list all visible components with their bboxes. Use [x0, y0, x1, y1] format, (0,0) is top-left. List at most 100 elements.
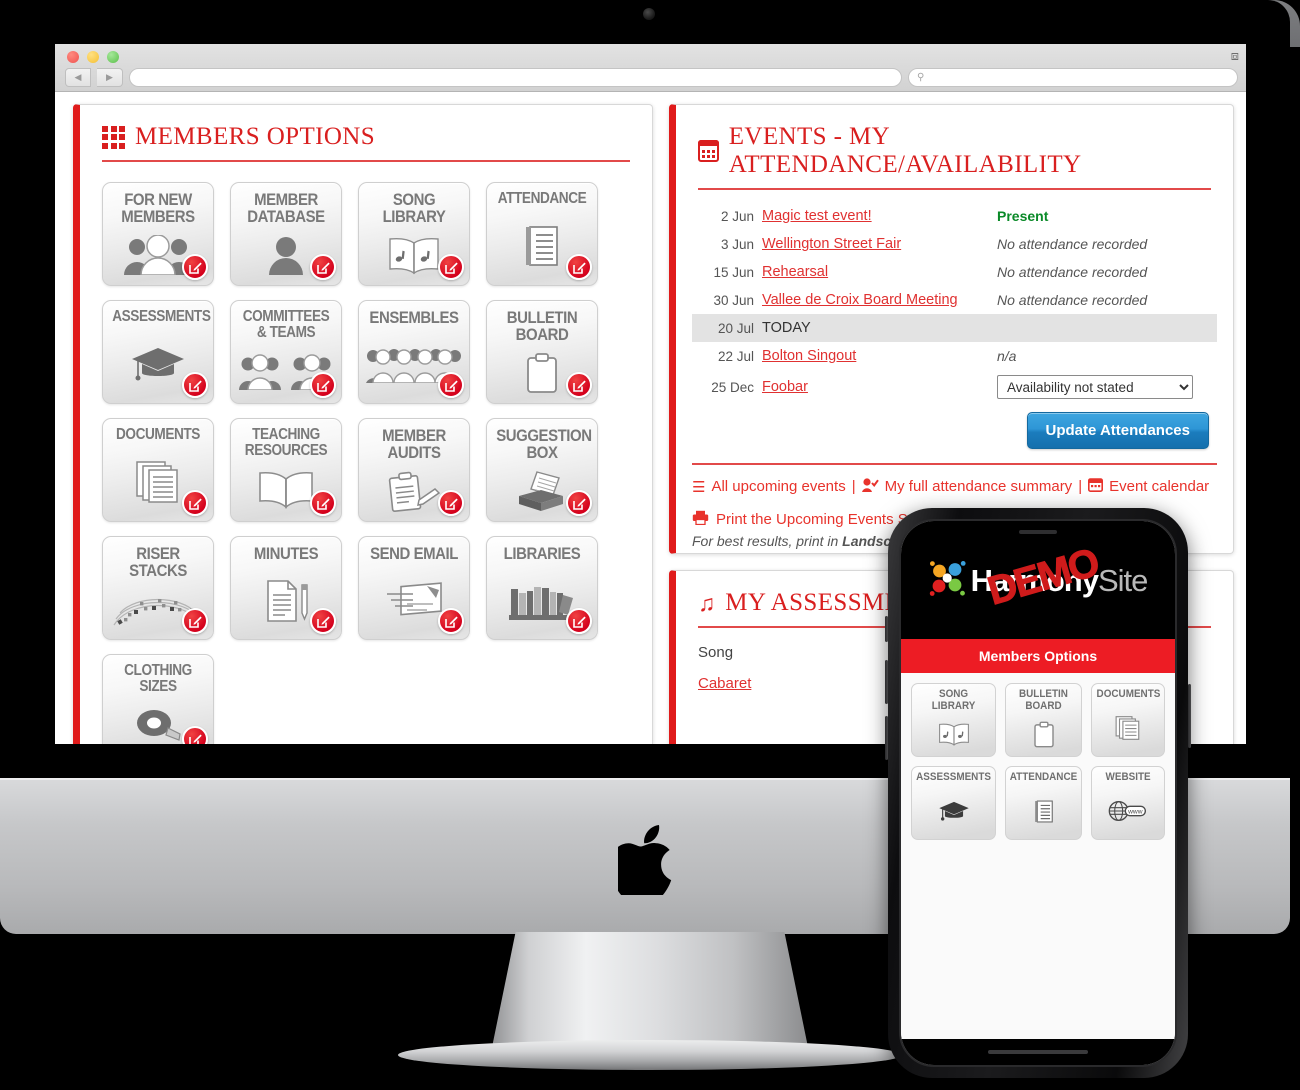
- link-separator: |: [1078, 478, 1083, 495]
- event-date: 2 Jun: [720, 208, 754, 224]
- event-name-link[interactable]: Bolton Singout: [762, 348, 997, 364]
- edit-pencil-icon[interactable]: [438, 608, 464, 634]
- tile-ensembles[interactable]: ENSEMBLES: [358, 300, 470, 404]
- phone-tiles-grid: SONG LIBRARY BULLETIN BOARD DOCUMENTS AS…: [901, 673, 1175, 1039]
- table-row[interactable]: 22 Jul Bolton Singout n/a: [692, 342, 1217, 370]
- phone-silent-switch[interactable]: [885, 616, 888, 642]
- edit-pencil-icon[interactable]: [566, 254, 592, 280]
- update-attendances-row: Update Attendances: [676, 404, 1233, 449]
- tile-label: SONG LIBRARY: [382, 190, 446, 226]
- phone-tile-bulletin-board[interactable]: BULLETIN BOARD: [1005, 683, 1083, 757]
- tile-label: ATTENDANCE: [1009, 771, 1078, 783]
- phone-home-indicator: [901, 1039, 1175, 1065]
- maximize-button[interactable]: [107, 51, 119, 63]
- phone-tile-assessments[interactable]: ASSESSMENTS: [911, 766, 997, 840]
- tile-attendance[interactable]: ATTENDANCE: [486, 182, 598, 286]
- edit-pencil-icon[interactable]: [438, 490, 464, 516]
- imac-webcam-icon: [643, 8, 655, 20]
- tile-label: MINUTES: [253, 544, 319, 563]
- table-row[interactable]: 25 Dec Foobar Availability not stated: [692, 370, 1217, 404]
- status-badge: No attendance recorded: [997, 236, 1148, 252]
- event-calendar-link[interactable]: Event calendar: [1109, 478, 1209, 495]
- edit-pencil-icon[interactable]: [182, 372, 208, 398]
- edit-pencil-icon[interactable]: [310, 608, 336, 634]
- search-input[interactable]: ⚲: [908, 68, 1238, 87]
- availability-select[interactable]: Availability not stated: [997, 375, 1193, 399]
- music-book-icon: [937, 712, 971, 756]
- tile-member-database[interactable]: MEMBER DATABASE: [230, 182, 342, 286]
- edit-pencil-icon[interactable]: [310, 490, 336, 516]
- tile-label: ASSESSMENTS: [916, 771, 991, 783]
- phone-screen-frame: HarmonySite DEMO Members Options SONG LI…: [899, 519, 1177, 1067]
- window-controls[interactable]: [67, 51, 119, 63]
- tile-label: FOR NEW MEMBERS: [121, 190, 195, 226]
- tile-label: RISER STACKS: [129, 544, 187, 580]
- phone-mockup: HarmonySite DEMO Members Options SONG LI…: [885, 508, 1191, 1078]
- minimize-button[interactable]: [87, 51, 99, 63]
- phone-logo-bar: HarmonySite DEMO: [901, 521, 1175, 639]
- tile-label: DOCUMENTS: [116, 426, 200, 443]
- person-check-icon: [861, 477, 879, 496]
- phone-tile-song-library[interactable]: SONG LIBRARY: [911, 683, 997, 757]
- forward-arrow-icon[interactable]: ▶: [97, 68, 123, 87]
- imac-stand-foot: [398, 1040, 902, 1070]
- phone-tile-attendance[interactable]: ATTENDANCE: [1005, 766, 1083, 840]
- tile-suggestion-box[interactable]: SUGGESTION BOX: [486, 418, 598, 522]
- edit-pencil-icon[interactable]: [182, 490, 208, 516]
- tile-clothing-sizes[interactable]: CLOTHING SIZES: [102, 654, 214, 744]
- edit-pencil-icon[interactable]: [566, 490, 592, 516]
- edit-pencil-icon[interactable]: [566, 372, 592, 398]
- members-panel-header: MEMBERS OPTIONS: [80, 105, 652, 151]
- table-row[interactable]: 3 Jun Wellington Street Fair No attendan…: [692, 230, 1217, 258]
- tile-teaching-resources[interactable]: TEACHING RESOURCES: [230, 418, 342, 522]
- edit-pencil-icon[interactable]: [310, 254, 336, 280]
- screenshot-stage: ◀ ▶ ⚲ ⧈ MEMBERS OPTIONS FOR NEW MEMBERS …: [0, 0, 1300, 1090]
- edit-pencil-icon[interactable]: [310, 372, 336, 398]
- tile-minutes[interactable]: MINUTES: [230, 536, 342, 640]
- phone-power-button[interactable]: [1188, 684, 1191, 748]
- tile-riser-stacks[interactable]: RISER STACKS: [102, 536, 214, 640]
- expand-icon[interactable]: ⧈: [1231, 48, 1239, 64]
- event-name-link[interactable]: Foobar: [762, 379, 997, 395]
- back-arrow-icon[interactable]: ◀: [65, 68, 91, 87]
- update-attendances-button[interactable]: Update Attendances: [1026, 412, 1209, 449]
- tile-send-email[interactable]: SEND EMAIL: [358, 536, 470, 640]
- tile-documents[interactable]: DOCUMENTS: [102, 418, 214, 522]
- event-name-link[interactable]: Wellington Street Fair: [762, 236, 997, 252]
- tile-assessments[interactable]: ASSESSMENTS: [102, 300, 214, 404]
- grid-icon: [102, 125, 125, 149]
- browser-chrome: ◀ ▶ ⚲ ⧈: [55, 44, 1246, 92]
- phone-members-options-bar[interactable]: Members Options: [901, 639, 1175, 673]
- search-icon: ⚲: [917, 72, 925, 83]
- edit-pencil-icon[interactable]: [566, 608, 592, 634]
- edit-pencil-icon[interactable]: [438, 372, 464, 398]
- tile-for-new-members[interactable]: FOR NEW MEMBERS: [102, 182, 214, 286]
- tile-bulletin-board[interactable]: BULLETIN BOARD: [486, 300, 598, 404]
- edit-pencil-icon[interactable]: [438, 254, 464, 280]
- table-row[interactable]: 30 Jun Vallee de Croix Board Meeting No …: [692, 286, 1217, 314]
- tile-libraries[interactable]: LIBRARIES: [486, 536, 598, 640]
- assessment-song-link[interactable]: Cabaret: [698, 675, 751, 692]
- attendance-summary-link[interactable]: My full attendance summary: [885, 478, 1073, 495]
- edit-pencil-icon[interactable]: [182, 608, 208, 634]
- phone-volume-up-button[interactable]: [885, 660, 888, 704]
- close-button[interactable]: [67, 51, 79, 63]
- event-name-link[interactable]: Rehearsal: [762, 264, 997, 280]
- event-name-link[interactable]: Magic test event!: [762, 208, 997, 224]
- tile-label: SONG LIBRARY: [931, 688, 976, 712]
- phone-tile-website[interactable]: WEBSITE www: [1091, 766, 1165, 840]
- tile-song-library[interactable]: SONG LIBRARY: [358, 182, 470, 286]
- page-title: MEMBERS OPTIONS: [135, 123, 376, 150]
- phone-volume-down-button[interactable]: [885, 716, 888, 760]
- status-badge: n/a: [997, 348, 1017, 364]
- tile-member-audits[interactable]: MEMBER AUDITS: [358, 418, 470, 522]
- harmonysite-logo: HarmonySite DEMO: [929, 540, 1148, 614]
- address-bar[interactable]: [129, 68, 902, 87]
- all-upcoming-events-link[interactable]: All upcoming events: [711, 478, 845, 495]
- phone-tile-documents[interactable]: DOCUMENTS: [1091, 683, 1165, 757]
- event-name-link[interactable]: Vallee de Croix Board Meeting: [762, 292, 997, 308]
- edit-pencil-icon[interactable]: [182, 254, 208, 280]
- table-row[interactable]: 15 Jun Rehearsal No attendance recorded: [692, 258, 1217, 286]
- table-row[interactable]: 2 Jun Magic test event! Present: [692, 202, 1217, 230]
- tile-committees-and-teams[interactable]: COMMITTEES & TEAMS: [230, 300, 342, 404]
